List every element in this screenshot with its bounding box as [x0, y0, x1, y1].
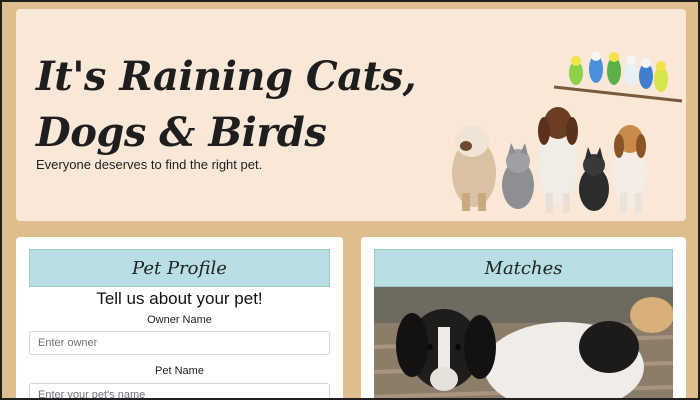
pet-profile-header: Pet Profile [29, 249, 330, 287]
pet-name-label: Pet Name [155, 365, 204, 377]
bulldog [452, 125, 496, 211]
grey-cat [502, 143, 534, 209]
birds-perch [553, 51, 683, 103]
owner-name-input[interactable] [29, 331, 330, 355]
hero-title: It's Raining Cats, Dogs & Birds [36, 53, 417, 156]
dog-photo [374, 287, 673, 398]
hero-banner: It's Raining Cats, Dogs & Birds Everyone… [16, 9, 686, 221]
pet-name-input[interactable] [29, 383, 330, 398]
owner-name-label: Owner Name [147, 314, 212, 326]
match-photo[interactable] [374, 287, 673, 398]
form-title: Tell us about your pet! [96, 289, 263, 308]
hero-subtitle: Everyone deserves to find the right pet. [36, 157, 263, 172]
black-cat [579, 147, 609, 211]
page-frame: It's Raining Cats, Dogs & Birds Everyone… [0, 0, 700, 400]
spaniel [538, 107, 578, 213]
matches-header: Matches [374, 249, 673, 287]
matches-card: Matches [361, 237, 686, 398]
pets-illustration [452, 51, 683, 213]
beagle [613, 125, 647, 213]
pet-profile-card: Pet Profile Tell us about your pet! Owne… [16, 237, 343, 398]
